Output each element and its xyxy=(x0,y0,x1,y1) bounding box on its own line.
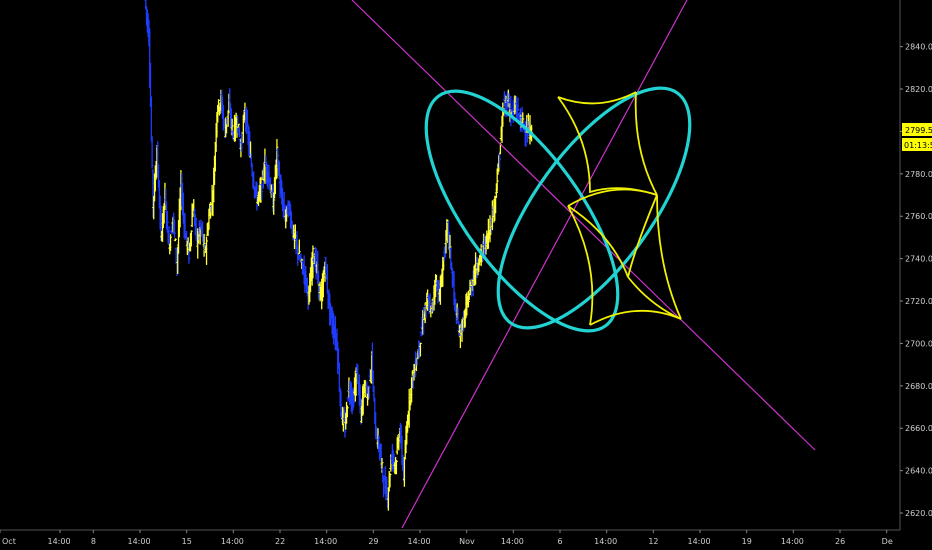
last-price-label: 2799.5 xyxy=(905,126,932,135)
y-tick-label: 2620.0 xyxy=(905,509,932,518)
y-tick-label: 2820.0 xyxy=(905,85,932,94)
x-tick-label: 14:00 xyxy=(781,537,804,546)
price-chart[interactable]: Oct 14:00 8 14:00 15 14:00 22 14:00 29 14:00 Nov 14… xyxy=(0,0,932,550)
x-tick-label: 14:00 xyxy=(594,537,617,546)
y-tick-label: 2660.0 xyxy=(905,424,932,433)
x-tick-label: 14:00 xyxy=(128,537,151,546)
x-tick-label: 14:00 xyxy=(221,537,244,546)
y-tick-label: 2840.0 xyxy=(905,43,932,52)
last-price-tag: 2799.5 xyxy=(902,123,932,136)
x-tick-label: 14:00 xyxy=(688,537,711,546)
x-tick-label: 26 xyxy=(835,537,845,546)
x-tick-label: 14:00 xyxy=(408,537,431,546)
x-tick-label: 12 xyxy=(648,537,658,546)
x-tick-label: 14:00 xyxy=(501,537,524,546)
chart-background xyxy=(0,0,932,550)
y-tick-label: 2740.0 xyxy=(905,255,932,264)
y-tick-label: 2640.0 xyxy=(905,467,932,476)
y-tick-label: 2680.0 xyxy=(905,382,932,391)
x-tick-label: 8 xyxy=(91,537,96,546)
x-tick-label: 15 xyxy=(182,537,192,546)
x-tick-label: De xyxy=(882,537,893,546)
x-tick-label: 14:00 xyxy=(314,537,337,546)
x-tick-label: 29 xyxy=(368,537,378,546)
y-tick-label: 2780.0 xyxy=(905,170,932,179)
countdown-label: 01:13:59 xyxy=(904,141,932,150)
y-tick-label: 2760.0 xyxy=(905,212,932,221)
x-tick-label: 6 xyxy=(558,537,563,546)
x-tick-label: 19 xyxy=(742,537,752,546)
x-tick-label: Nov xyxy=(459,537,475,546)
y-tick-label: 2720.0 xyxy=(905,297,932,306)
x-tick-label: 14:00 xyxy=(48,537,71,546)
countdown-tag: 01:13:59 xyxy=(902,138,932,151)
x-tick-label: 22 xyxy=(275,537,285,546)
y-tick-label: 2700.0 xyxy=(905,339,932,348)
x-tick-label: Oct xyxy=(2,537,16,546)
